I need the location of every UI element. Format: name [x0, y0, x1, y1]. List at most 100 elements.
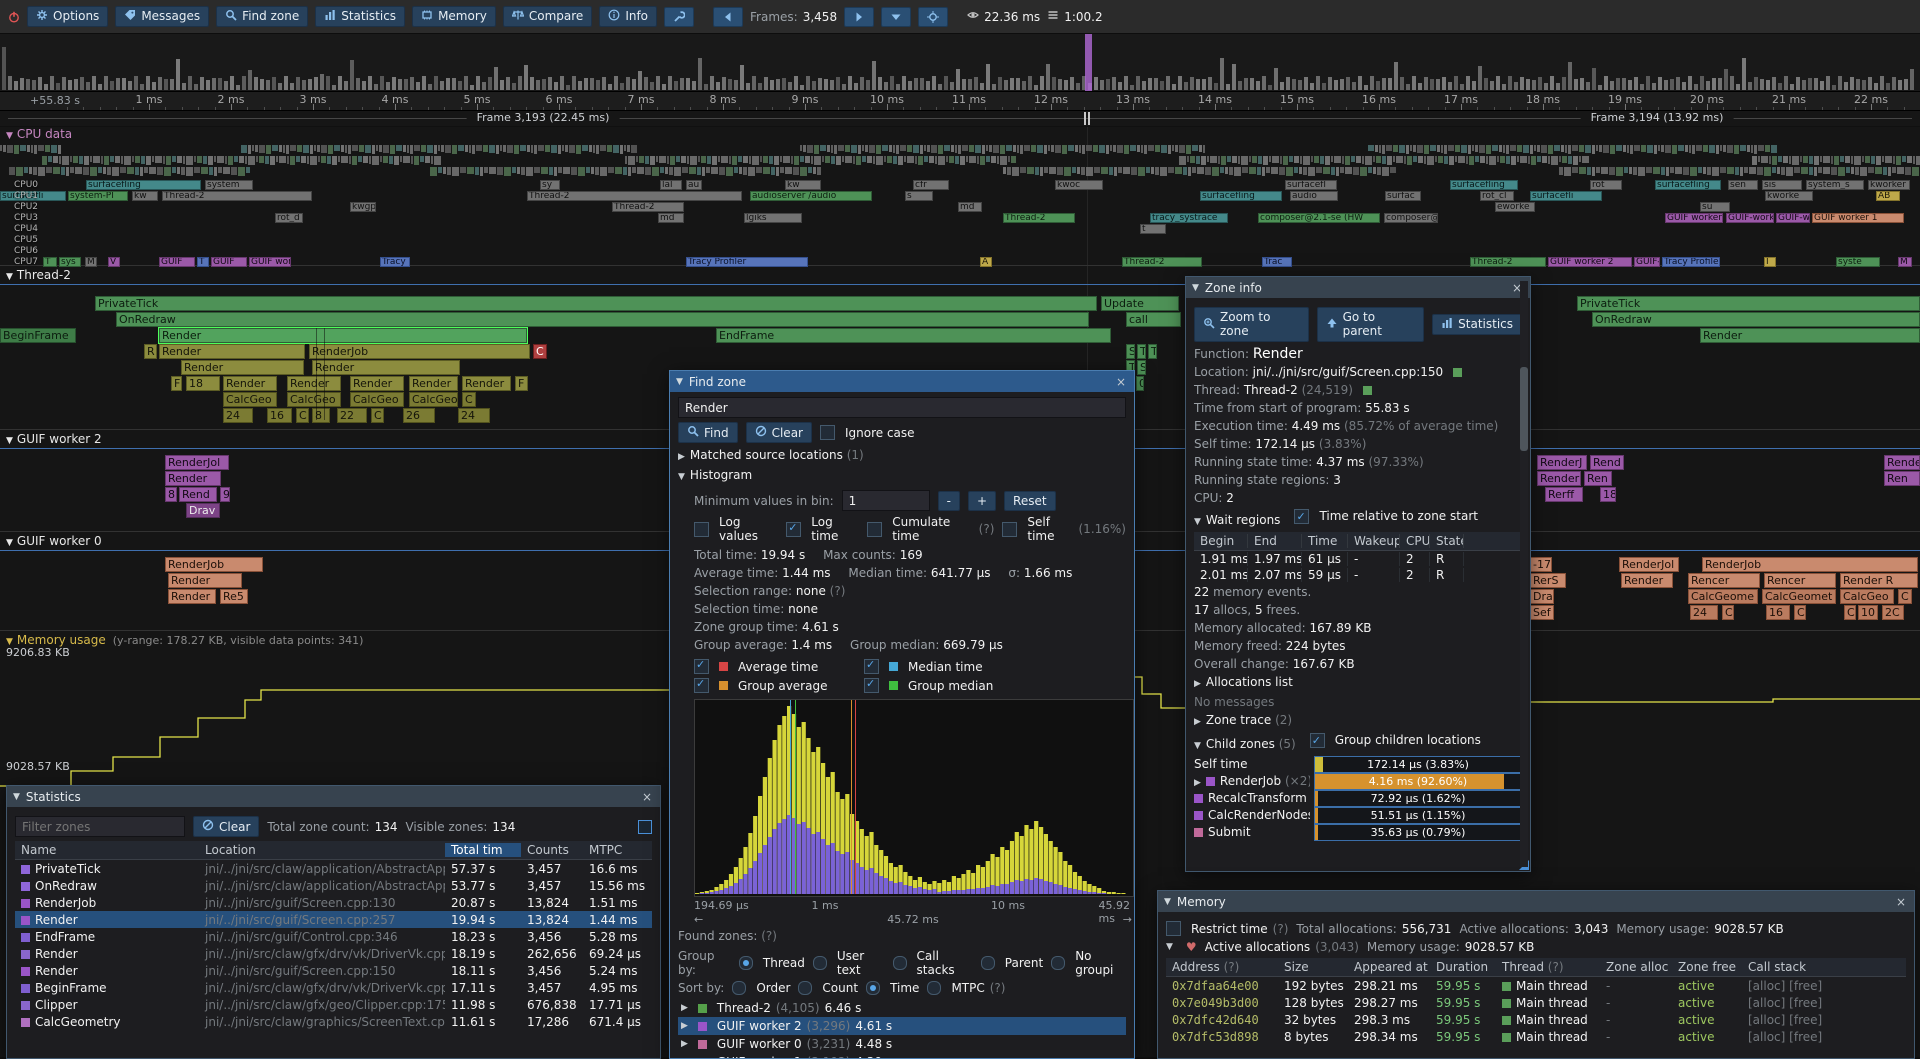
timeline-zone[interactable]: rot — [1590, 180, 1622, 190]
timeline-zone[interactable]: surfacefling — [86, 180, 201, 190]
radio[interactable] — [739, 956, 753, 970]
section-header-cpu-data[interactable]: ▼CPU data — [6, 127, 72, 141]
timeline-zone[interactable]: Dra — [1530, 589, 1554, 604]
restrict-time-checkbox[interactable]: Restrict time(?) — [1166, 921, 1288, 936]
timeline-zone[interactable]: md — [958, 202, 982, 212]
column-header-thread[interactable]: Thread (?) — [1496, 960, 1600, 974]
timeline-zone[interactable]: Render — [350, 376, 404, 391]
timeline-zone[interactable]: Thread-2 — [162, 191, 312, 201]
timeline-zone[interactable]: GUIF — [211, 257, 247, 267]
checkbox[interactable] — [1310, 733, 1325, 748]
checkbox[interactable] — [786, 522, 801, 537]
scrollbar-thumb[interactable] — [1520, 367, 1528, 451]
table-row[interactable]: PrivateTickjni/../jni/src/claw/applicati… — [15, 860, 652, 877]
timeline-zone[interactable]: GUIF worker 1 — [1812, 213, 1904, 223]
timeline-zone[interactable]: EndFrame — [716, 328, 1111, 343]
timeline-zone[interactable]: 8 — [312, 408, 330, 423]
timeline-zone[interactable]: 16 — [267, 408, 292, 423]
timeline-zone[interactable]: GUIF-work — [1726, 213, 1774, 223]
timeline-zone[interactable]: Drav — [186, 503, 220, 518]
timeline-zone[interactable]: PrivateTick — [95, 296, 1097, 311]
timeline-zone[interactable]: kw — [785, 180, 821, 190]
column-header-address[interactable]: Address (?) — [1166, 960, 1278, 974]
column-header-wakeup[interactable]: Wakeup — [1348, 534, 1400, 548]
timeline-zone[interactable]: Render — [181, 360, 304, 375]
timeline-zone[interactable]: Render — [1700, 328, 1920, 343]
timeline-zone[interactable]: sis — [1762, 180, 1802, 190]
timeline-zone[interactable]: S — [1126, 344, 1135, 359]
timeline-zone[interactable]: Sef — [1530, 605, 1554, 620]
radio-item[interactable]: Parent — [981, 956, 1043, 970]
timeline-zone[interactable]: audioserver /audio — [750, 191, 872, 201]
zoom-to-zone-button[interactable]: Zoom to zone — [1194, 307, 1309, 342]
timeline-zone[interactable]: 18 — [1600, 487, 1616, 502]
active-allocations-header[interactable]: ▼♥Active allocations(3,043)Memory usage:… — [1166, 940, 1906, 954]
legend-item[interactable]: Group average — [694, 678, 864, 693]
options-button[interactable]: Options — [27, 6, 108, 27]
radio[interactable] — [981, 956, 995, 970]
timeline-zone[interactable]: RerS — [1530, 573, 1566, 588]
timeline-zone[interactable]: Thread-2 — [1122, 257, 1202, 267]
timeline-zone[interactable]: PrivateTick — [1577, 296, 1920, 311]
timeline-zone[interactable]: GUIF — [159, 257, 195, 267]
timeline-zone[interactable]: surfacefli — [1530, 191, 1602, 201]
collapse-icon[interactable]: ▼ — [13, 792, 20, 802]
timeline-zone[interactable]: 26 — [403, 408, 435, 423]
radio-item[interactable]: Thread — [739, 956, 805, 970]
close-icon[interactable]: × — [640, 790, 654, 804]
timeline-zone[interactable]: Render — [287, 376, 341, 391]
legend-item[interactable]: Average time — [694, 659, 864, 674]
timeline-zone[interactable]: V — [108, 257, 120, 267]
timeline-zone[interactable]: rot_cl — [1480, 191, 1514, 201]
column-header-total-tim[interactable]: Total tim — [445, 843, 521, 857]
zone-group-row[interactable]: ▶Thread-2(4,105)6.46 s — [678, 999, 1126, 1017]
timeline-zone[interactable]: 0 — [1136, 376, 1144, 391]
timeline-zone[interactable]: CalcGeo — [287, 392, 341, 407]
timeline-zone[interactable]: surfacefling — [1655, 180, 1721, 190]
focus-frame-button[interactable] — [918, 7, 948, 27]
memory-titlebar[interactable]: ▼ Memory × — [1158, 891, 1914, 912]
timeline-zone[interactable]: CalcGeo — [1840, 589, 1894, 604]
timeline-zone[interactable]: R — [144, 344, 157, 359]
timeline-zone[interactable]: T — [43, 257, 57, 267]
timeline-zone[interactable]: Render — [1537, 471, 1581, 486]
timeline-zone[interactable]: Update — [1101, 296, 1179, 311]
collapse-icon[interactable]: ▼ — [1164, 897, 1171, 907]
timeline-zone[interactable]: GUIF worker 2 — [1548, 257, 1632, 267]
timeline-zone[interactable]: kwgp — [350, 202, 376, 212]
checkbox[interactable] — [867, 522, 882, 537]
timeline-zone[interactable]: Re5 — [220, 589, 248, 604]
zone-info-titlebar[interactable]: ▼ Zone info × — [1186, 277, 1530, 298]
radio[interactable] — [798, 981, 812, 995]
timeline-zone[interactable]: 24 — [223, 408, 253, 423]
frame-label[interactable]: Frame 3,194 (13.92 ms) — [1581, 111, 1734, 124]
allocations-list-row[interactable]: ▶Allocations list — [1194, 674, 1522, 693]
column-header-size[interactable]: Size — [1278, 960, 1348, 974]
find-zone-search-input[interactable] — [678, 397, 1126, 418]
prev-frame-button[interactable] — [713, 7, 743, 27]
wait-regions-header[interactable]: ▼Wait regionsTime relative to zone start — [1194, 508, 1522, 531]
table-row[interactable]: OnRedrawjni/../jni/src/claw/application/… — [15, 877, 652, 894]
timeline-zone[interactable]: surfacefl — [1285, 180, 1337, 190]
close-icon[interactable]: × — [1894, 895, 1908, 909]
timeline-zone[interactable]: M — [85, 257, 97, 267]
timeline-zone[interactable]: CalcGeo — [223, 392, 277, 407]
timeline-zone[interactable]: su — [1700, 202, 1730, 212]
radio-item[interactable]: Time — [866, 981, 919, 995]
child-zone-row[interactable]: ▶RenderJob (×2)4.16 ms (92.60%) — [1194, 773, 1522, 790]
timeline-zone[interactable]: rot_d — [275, 213, 303, 223]
relative-time-checkbox[interactable]: Time relative to zone start — [1294, 508, 1478, 525]
info-button[interactable]: Info — [599, 6, 657, 27]
timeline-zone[interactable]: tracy_systrace — [1150, 213, 1228, 223]
timeline-zone[interactable]: Rend — [1590, 455, 1624, 470]
timeline-zone[interactable]: 2C — [1882, 605, 1904, 620]
timeline-zone[interactable]: C — [1794, 605, 1806, 620]
self-time-checkbox[interactable]: Self time(1.16%) — [1002, 515, 1126, 543]
column-header-state[interactable]: State — [1430, 534, 1464, 548]
timeline-zone[interactable]: Rend — [179, 487, 217, 502]
find-zone-button[interactable]: Find zone — [216, 6, 308, 27]
timeline-zone[interactable]: OnRedraw — [116, 312, 1089, 327]
go-to-parent-button[interactable]: Go to parent — [1317, 307, 1425, 342]
timeline-zone[interactable]: 22 — [337, 408, 367, 423]
table-row[interactable]: Renderjni/../jni/src/guif/Screen.cpp:150… — [15, 962, 652, 979]
